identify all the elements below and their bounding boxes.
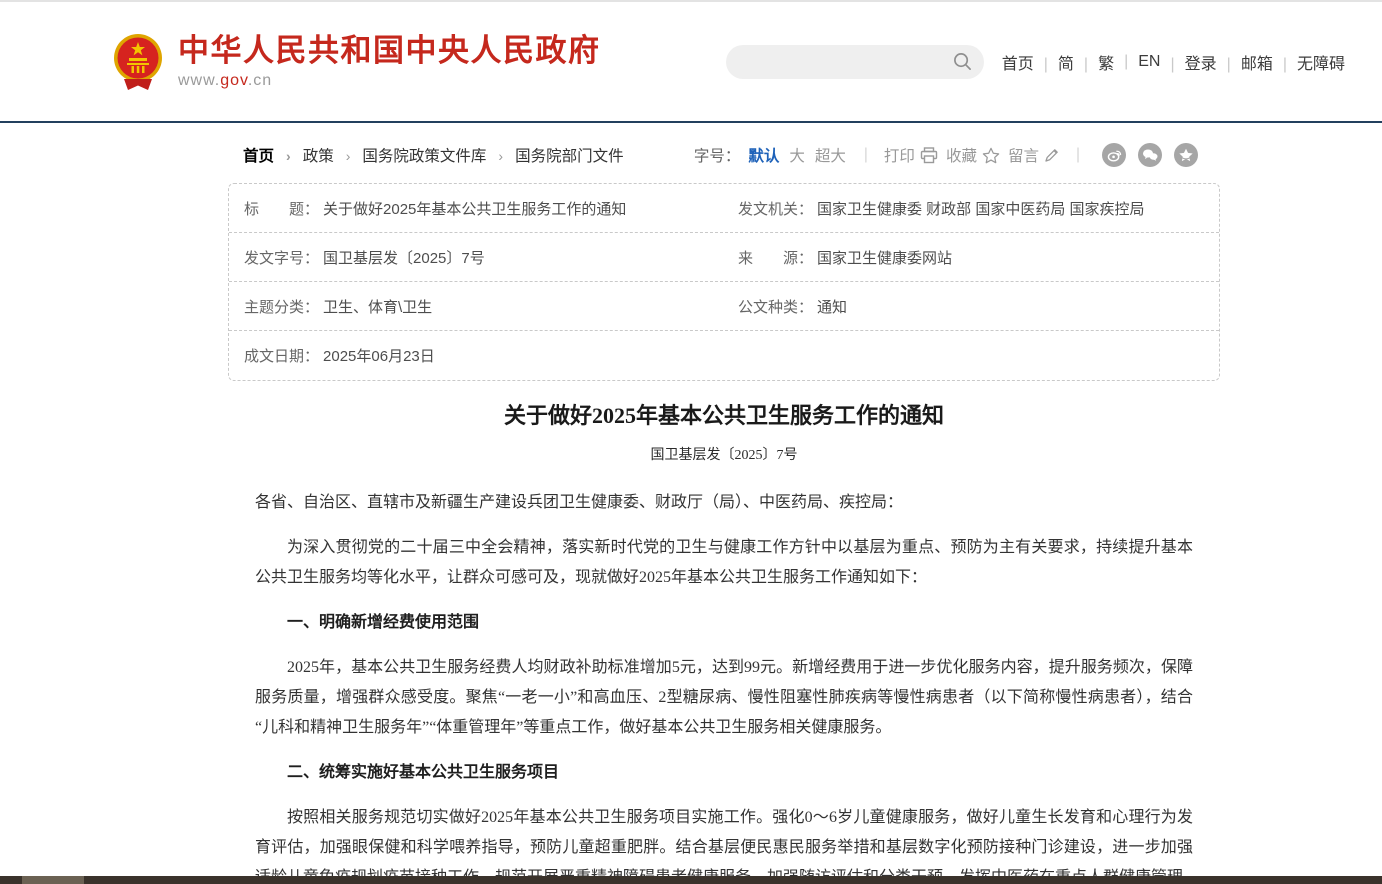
document-number: 国卫基层发〔2025〕7号 bbox=[255, 444, 1193, 464]
nav-traditional[interactable]: 繁 bbox=[1074, 50, 1114, 74]
section-heading-2: 二、统筹实施好基本公共卫生服务项目 bbox=[255, 758, 1193, 788]
document-title: 关于做好2025年基本公共卫生服务工作的通知 bbox=[255, 401, 1193, 431]
national-emblem-icon bbox=[113, 32, 163, 92]
salutation-paragraph: 各省、自治区、直辖市及新疆生产建设兵团卫生健康委、财政厅（局）、中医药局、疾控局… bbox=[255, 488, 1193, 518]
meta-row-title-agency: 标 题：关于做好2025年基本公共卫生服务工作的通知 发文机关：国家卫生健康委 … bbox=[229, 184, 1219, 233]
search-box[interactable] bbox=[726, 45, 984, 79]
section-heading-1: 一、明确新增经费使用范围 bbox=[255, 608, 1193, 638]
search-input[interactable] bbox=[738, 54, 953, 70]
search-icon[interactable] bbox=[953, 52, 972, 71]
meta-row-date: 成文日期：2025年06月23日 bbox=[229, 331, 1219, 380]
meta-agency-cell: 发文机关：国家卫生健康委 财政部 国家中医药局 国家疾控局 bbox=[723, 198, 1219, 219]
horizontal-scrollbar[interactable] bbox=[0, 876, 1382, 884]
nav-accessibility[interactable]: 无障碍 bbox=[1273, 50, 1345, 74]
top-nav: 首页 简 繁 EN 登录 邮箱 无障碍 bbox=[1002, 50, 1345, 74]
nav-english[interactable]: EN bbox=[1114, 53, 1160, 71]
toolbar-separator: | bbox=[1076, 146, 1080, 164]
breadcrumb-dept-documents[interactable]: 国务院部门文件 bbox=[515, 144, 624, 166]
nav-simplified[interactable]: 简 bbox=[1034, 50, 1074, 74]
site-brand[interactable]: 中华人民共和国中央人民政府 www.gov.cn bbox=[113, 32, 601, 92]
breadcrumb-policy[interactable]: 政策 bbox=[303, 144, 363, 166]
meta-source-cell: 来 源：国家卫生健康委网站 bbox=[723, 247, 1219, 268]
nav-login[interactable]: 登录 bbox=[1160, 50, 1216, 74]
meta-row-category-type: 主题分类：卫生、体育\卫生 公文种类：通知 bbox=[229, 282, 1219, 331]
printer-icon bbox=[920, 147, 938, 164]
comment-button[interactable]: 留言 bbox=[1008, 144, 1060, 166]
document-meta-table: 标 题：关于做好2025年基本公共卫生服务工作的通知 发文机关：国家卫生健康委 … bbox=[228, 183, 1220, 381]
nav-mailbox[interactable]: 邮箱 bbox=[1217, 50, 1273, 74]
nav-home[interactable]: 首页 bbox=[1002, 50, 1034, 74]
site-url: www.gov.cn bbox=[178, 72, 601, 90]
site-header: 中华人民共和国中央人民政府 www.gov.cn 首页 简 繁 EN 登录 邮箱… bbox=[0, 2, 1382, 123]
toolbar-separator: | bbox=[864, 146, 868, 164]
print-button[interactable]: 打印 bbox=[884, 144, 938, 166]
font-size-large[interactable]: 大 bbox=[789, 144, 805, 166]
wechat-icon[interactable] bbox=[1138, 143, 1162, 167]
weibo-icon[interactable] bbox=[1102, 143, 1126, 167]
meta-category-cell: 主题分类：卫生、体育\卫生 bbox=[229, 296, 723, 317]
section-2-paragraph: 按照相关服务规范切实做好2025年基本公共卫生服务项目实施工作。强化0～6岁儿童… bbox=[255, 803, 1193, 884]
section-1-paragraph: 2025年，基本公共卫生服务经费人均财政补助标准增加5元，达到99元。新增经费用… bbox=[255, 653, 1193, 743]
font-size-label: 字号： bbox=[694, 144, 741, 166]
font-size-default[interactable]: 默认 bbox=[748, 144, 779, 166]
main-content: 首页 政策 国务院政策文件库 国务院部门文件 字号： 默认 大 超大 | 打印 … bbox=[228, 143, 1220, 884]
breadcrumb-policy-library[interactable]: 国务院政策文件库 bbox=[362, 144, 515, 166]
meta-row-number-source: 发文字号：国卫基层发〔2025〕7号 来 源：国家卫生健康委网站 bbox=[229, 233, 1219, 282]
favorite-button[interactable]: 收藏 bbox=[946, 144, 1000, 166]
site-title: 中华人民共和国中央人民政府 bbox=[178, 33, 601, 69]
horizontal-scrollbar-thumb[interactable] bbox=[22, 876, 84, 884]
meta-doc-type-cell: 公文种类：通知 bbox=[723, 296, 1219, 317]
font-size-xlarge[interactable]: 超大 bbox=[815, 144, 846, 166]
star-icon bbox=[982, 147, 1000, 164]
meta-doc-number-cell: 发文字号：国卫基层发〔2025〕7号 bbox=[229, 247, 723, 268]
pencil-icon bbox=[1044, 147, 1060, 163]
breadcrumb-home[interactable]: 首页 bbox=[243, 144, 303, 166]
meta-date-cell: 成文日期：2025年06月23日 bbox=[229, 345, 723, 366]
document-body: 各省、自治区、直辖市及新疆生产建设兵团卫生健康委、财政厅（局）、中医药局、疾控局… bbox=[255, 488, 1193, 884]
page-toolbar: 字号： 默认 大 超大 | 打印 收藏 留言 bbox=[694, 143, 1198, 167]
share-buttons bbox=[1102, 143, 1198, 167]
intro-paragraph: 为深入贯彻党的二十届三中全会精神，落实新时代党的卫生与健康工作方针中以基层为重点… bbox=[255, 533, 1193, 593]
breadcrumb: 首页 政策 国务院政策文件库 国务院部门文件 bbox=[243, 144, 624, 166]
qzone-icon[interactable] bbox=[1174, 143, 1198, 167]
document-article: 关于做好2025年基本公共卫生服务工作的通知 国卫基层发〔2025〕7号 各省、… bbox=[228, 401, 1220, 884]
meta-title-cell: 标 题：关于做好2025年基本公共卫生服务工作的通知 bbox=[229, 198, 723, 219]
